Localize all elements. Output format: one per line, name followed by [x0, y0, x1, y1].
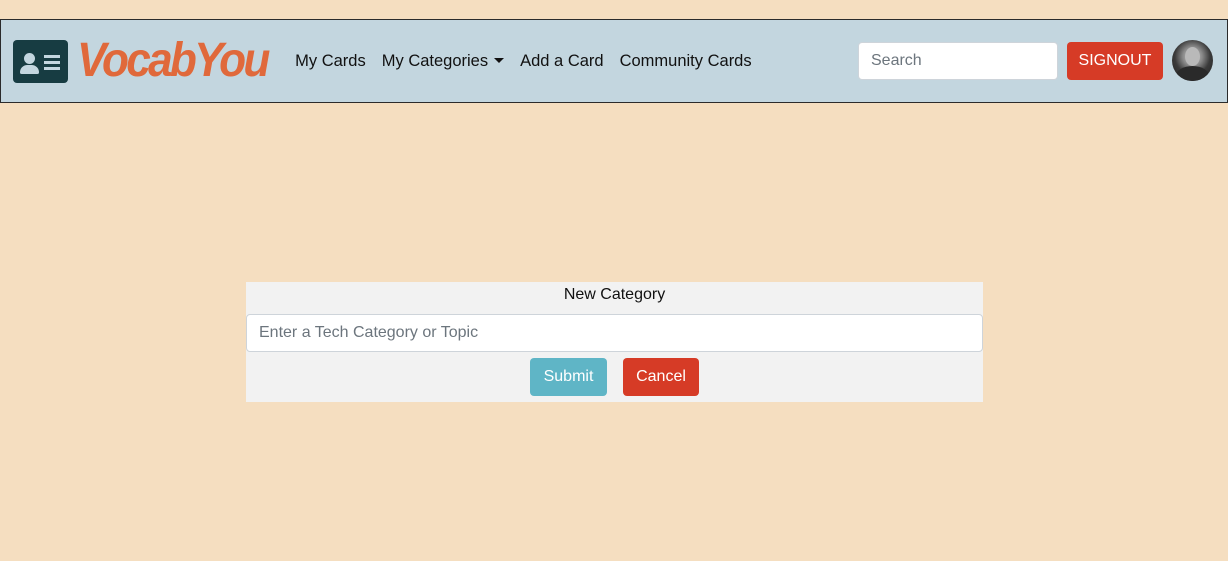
caret-down-icon [494, 57, 505, 63]
new-category-form: New Category Submit Cancel [246, 282, 983, 402]
nav-link-community-cards[interactable]: Community Cards [612, 52, 760, 71]
page: VocabYou My Cards My Categories Add a Ca… [0, 0, 1228, 561]
submit-button[interactable]: Submit [530, 358, 607, 396]
signout-button[interactable]: SIGNOUT [1067, 42, 1163, 80]
category-input[interactable] [246, 314, 983, 352]
nav-links: My Cards My Categories Add a Card Commun… [287, 52, 759, 71]
brand-name: VocabYou [77, 34, 270, 87]
form-title: New Category [563, 286, 666, 303]
id-card-icon [13, 39, 68, 83]
nav-link-add-card[interactable]: Add a Card [512, 52, 611, 71]
brand-logo[interactable]: VocabYou [13, 37, 284, 85]
nav-dropdown-my-categories[interactable]: My Categories [374, 52, 512, 71]
cancel-button[interactable]: Cancel [623, 358, 699, 396]
navbar: VocabYou My Cards My Categories Add a Ca… [0, 19, 1228, 103]
avatar[interactable] [1172, 40, 1213, 81]
search-input[interactable] [858, 42, 1058, 80]
nav-dropdown-label: My Categories [381, 51, 489, 70]
nav-link-my-cards[interactable]: My Cards [287, 52, 374, 71]
